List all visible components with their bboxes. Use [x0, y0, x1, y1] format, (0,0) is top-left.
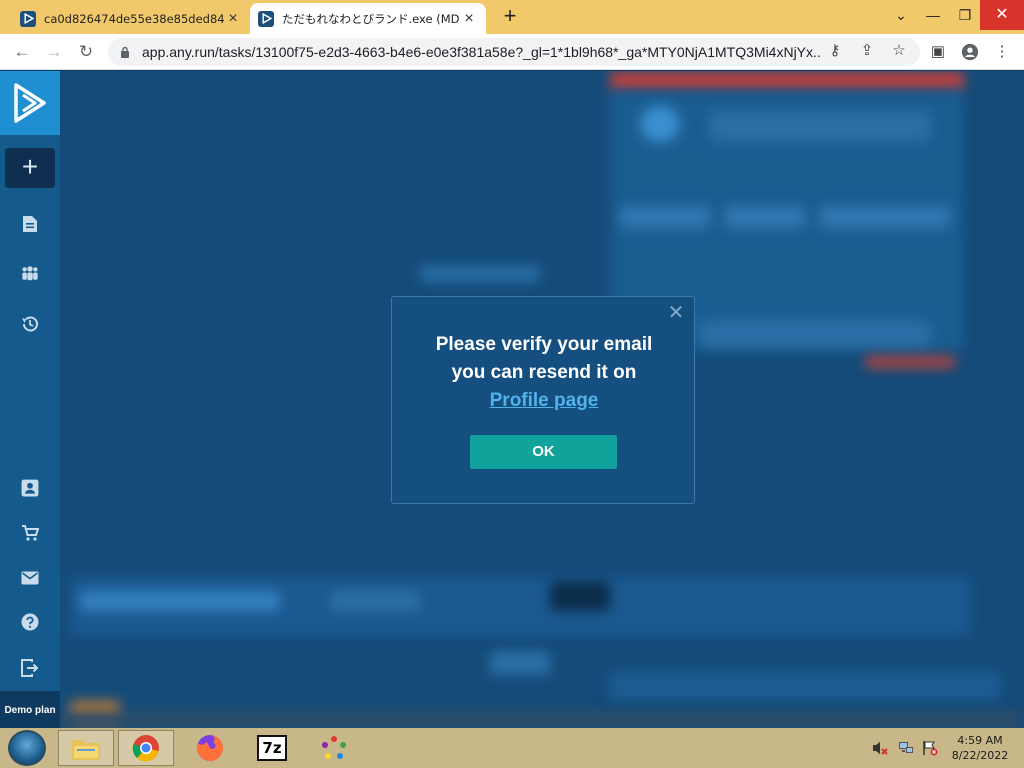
- lock-icon: [121, 46, 129, 58]
- tab-title: ca0d826474de55e38e85ded843b: [44, 11, 224, 26]
- speaker-muted-icon[interactable]: [872, 740, 888, 756]
- restore-button[interactable]: ❐: [948, 0, 982, 30]
- clock-time: 4:59 AM: [957, 734, 1003, 747]
- blur-block: [700, 321, 930, 347]
- address-bar[interactable]: app.any.run/tasks/13100f75-e2d3-4663-b4e…: [108, 38, 920, 66]
- profile-page-link[interactable]: Profile page: [490, 390, 599, 411]
- blur-block: [550, 581, 610, 611]
- back-arrow-icon[interactable]: ←: [10, 40, 34, 64]
- anyrun-favicon-icon: [258, 10, 274, 27]
- tab-close-icon[interactable]: ×: [224, 10, 242, 28]
- profile-avatar-icon[interactable]: [958, 40, 982, 64]
- cart-icon[interactable]: [18, 521, 42, 545]
- dialog-message: Please verify your email you can resend …: [432, 331, 656, 415]
- bookmark-star-icon[interactable]: ☆: [888, 40, 910, 62]
- clock-date: 8/22/2022: [951, 749, 1009, 762]
- people-icon[interactable]: [18, 261, 42, 285]
- browser-toolbar: ← → ↻ app.any.run/tasks/13100f75-e2d3-46…: [0, 34, 1024, 70]
- reload-icon[interactable]: ↻: [74, 40, 98, 64]
- plan-badge[interactable]: Demo plan: [0, 691, 60, 729]
- help-icon[interactable]: [18, 610, 42, 634]
- 7zip-label: 7z: [257, 735, 287, 761]
- browser-tab-bar: ca0d826474de55e38e85ded843b × ただもれなわとびラン…: [0, 0, 1024, 34]
- history-icon[interactable]: [18, 312, 42, 336]
- anyrun-logo[interactable]: [0, 71, 60, 135]
- blur-block: [610, 671, 1000, 701]
- side-panel-icon[interactable]: ▣: [926, 40, 950, 64]
- exit-icon[interactable]: [18, 656, 42, 680]
- forward-arrow-icon[interactable]: →: [42, 40, 66, 64]
- minimize-button[interactable]: —: [916, 0, 950, 30]
- tab-inactive[interactable]: ca0d826474de55e38e85ded843b ×: [12, 3, 250, 34]
- blur-block: [865, 356, 955, 368]
- mail-icon[interactable]: [18, 566, 42, 590]
- system-clock[interactable]: 4:59 AM 8/22/2022: [942, 733, 1018, 763]
- blur-block: [610, 71, 964, 91]
- menu-kebab-icon[interactable]: ⋮: [990, 40, 1014, 64]
- blur-block: [60, 711, 1024, 729]
- tab-search-chevron-icon[interactable]: ⌄: [884, 0, 918, 30]
- chrome-icon[interactable]: [118, 730, 174, 766]
- file-explorer-icon[interactable]: [58, 730, 114, 766]
- firefox-icon[interactable]: [182, 730, 238, 766]
- blur-block: [330, 591, 420, 611]
- close-window-button[interactable]: ✕: [980, 0, 1024, 30]
- app-sidebar: + Demo plan: [0, 71, 60, 729]
- dialog-message-text: Please verify your email you can resend …: [435, 334, 653, 383]
- contact-icon[interactable]: [18, 476, 42, 500]
- close-icon[interactable]: ✕: [666, 303, 686, 323]
- blur-block: [640, 106, 680, 142]
- new-tab-button[interactable]: +: [498, 5, 522, 29]
- tab-active[interactable]: ただもれなわとびランド.exe (MD5: 12 ×: [250, 3, 486, 34]
- new-task-button[interactable]: +: [5, 148, 55, 188]
- blur-block: [710, 111, 930, 141]
- 7zip-icon[interactable]: 7z: [244, 730, 300, 766]
- blur-block: [620, 206, 710, 228]
- document-icon[interactable]: [18, 212, 42, 236]
- paint-dots-icon[interactable]: [306, 730, 362, 766]
- ok-button[interactable]: OK: [470, 435, 617, 469]
- anyrun-favicon-icon: [20, 10, 36, 27]
- share-icon[interactable]: ⇪: [856, 40, 878, 62]
- windows-taskbar: 7z 4:59 AM 8/22/2022: [0, 728, 1024, 768]
- blur-block: [420, 266, 540, 282]
- url-text: app.any.run/tasks/13100f75-e2d3-4663-b4e…: [142, 44, 822, 60]
- blur-block: [820, 206, 950, 228]
- key-icon[interactable]: ⚷: [824, 40, 846, 62]
- verify-email-dialog: ✕ Please verify your email you can resen…: [391, 296, 695, 504]
- blur-block: [490, 651, 550, 675]
- network-icon[interactable]: [898, 740, 914, 756]
- action-center-flag-icon[interactable]: [922, 740, 938, 756]
- start-button[interactable]: [8, 730, 46, 766]
- tab-title: ただもれなわとびランド.exe (MD5: 12: [282, 11, 460, 26]
- blur-block: [80, 591, 280, 611]
- tab-close-icon[interactable]: ×: [460, 10, 478, 28]
- blur-block: [725, 206, 805, 228]
